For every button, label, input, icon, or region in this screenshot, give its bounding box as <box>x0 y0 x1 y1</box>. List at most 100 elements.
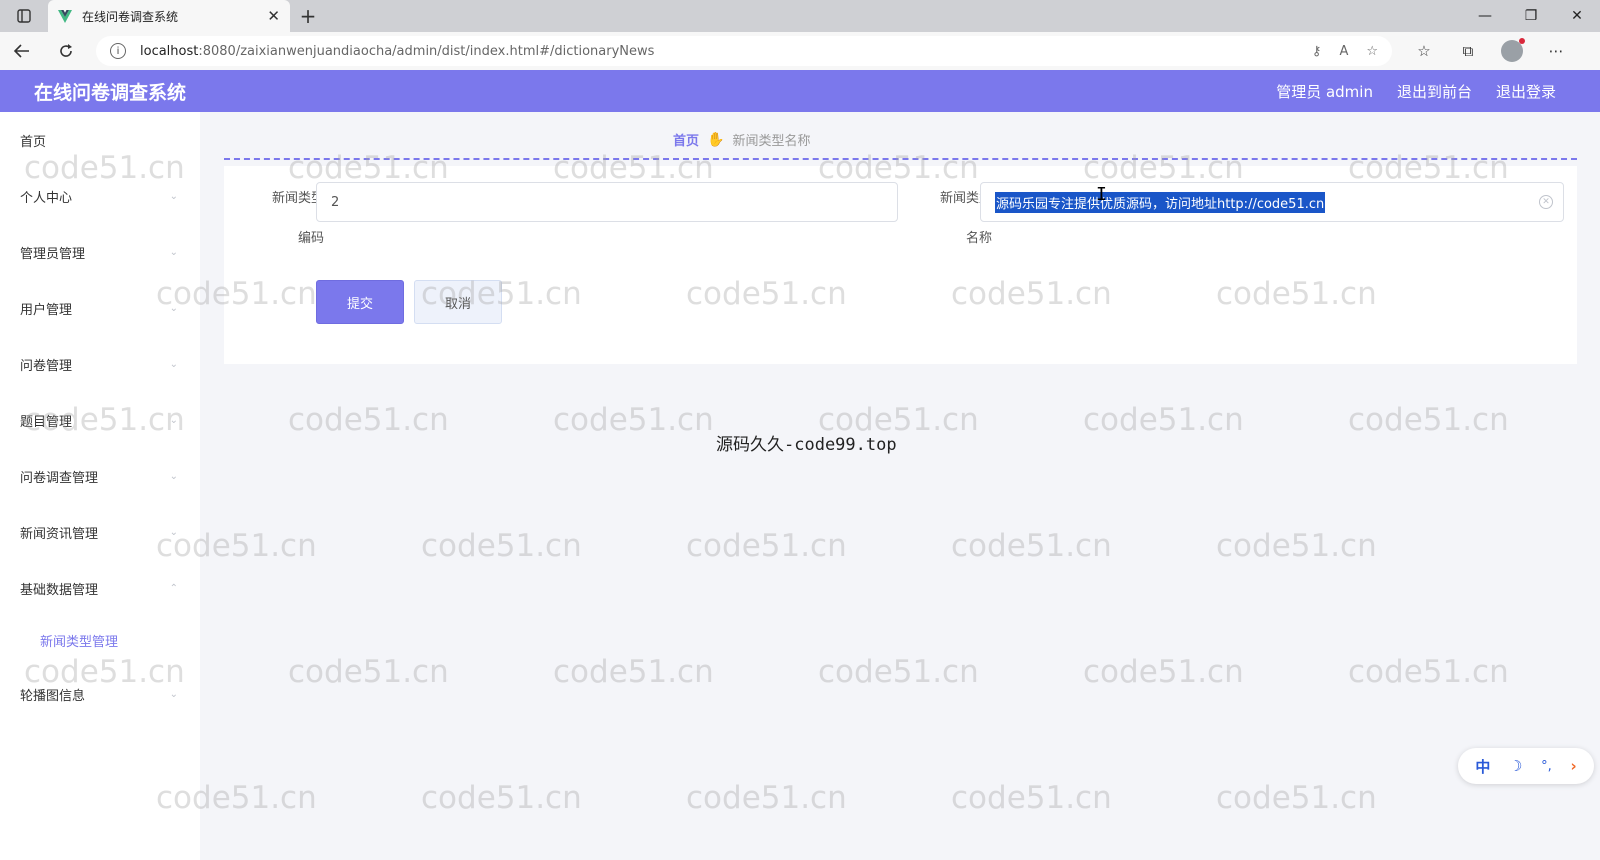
sidebar-item-surveys[interactable]: 问卷调查管理 ⌄ <box>0 456 200 496</box>
browser-tab-bar: 在线问卷调查系统 ✕ + — ❐ ✕ <box>0 0 1600 32</box>
sidebar-item-home[interactable]: 首页 <box>0 120 200 160</box>
back-icon[interactable] <box>0 32 44 70</box>
sidebar-subitem-label: 新闻类型管理 <box>40 634 119 650</box>
news-type-code-input[interactable]: 2 <box>316 182 898 222</box>
watermark: code51.cn <box>1348 654 1509 690</box>
sidebar-item-label: 问卷管理 <box>20 358 73 374</box>
chevron-down-icon: ⌄ <box>169 358 178 370</box>
sidebar-item-label: 题目管理 <box>20 414 73 430</box>
profile-avatar[interactable] <box>1490 32 1534 70</box>
close-tab-icon[interactable]: ✕ <box>267 7 280 25</box>
code-label-line1: 新闻类型 <box>271 191 324 206</box>
watermark: code51.cn <box>686 528 847 564</box>
new-tab-icon[interactable]: + <box>290 0 326 32</box>
chevron-down-icon: ⌄ <box>169 190 178 202</box>
watermark: code51.cn <box>553 402 714 438</box>
submit-button[interactable]: 提交 <box>316 280 404 324</box>
site-info-icon[interactable]: i <box>110 43 126 59</box>
watermark: code51.cn <box>553 654 714 690</box>
breadcrumb-home[interactable]: 首页 <box>673 130 699 149</box>
sidebar-item-label: 问卷调查管理 <box>20 470 99 486</box>
moon-icon[interactable]: ☽ <box>1509 757 1522 775</box>
breadcrumb: 首页 ✋ 新闻类型名称 <box>673 130 811 150</box>
center-note: 源码久久-code99.top <box>716 435 897 455</box>
favorites-icon[interactable]: ☆ <box>1402 32 1446 70</box>
minimize-icon[interactable]: — <box>1462 0 1508 32</box>
name-value: 源码乐园专注提供优质源码，访问地址http://code51.cn <box>995 191 1326 213</box>
watermark: code51.cn <box>1083 654 1244 690</box>
chevron-down-icon: ⌄ <box>169 526 178 538</box>
clear-icon[interactable]: ✕ <box>1539 195 1553 209</box>
watermark: code51.cn <box>288 402 449 438</box>
window-close-icon[interactable]: ✕ <box>1554 0 1600 32</box>
restore-icon[interactable]: ❐ <box>1508 0 1554 32</box>
sidebar-item-carousel[interactable]: 轮播图信息 ⌄ <box>0 674 200 714</box>
watermark: code51.cn <box>1216 780 1377 816</box>
watermark: code51.cn <box>1348 402 1509 438</box>
chevron-up-icon: ⌃ <box>169 582 178 594</box>
read-aloud-icon[interactable]: A <box>1339 44 1348 59</box>
sidebar: 首页 个人中心 ⌄ 管理员管理 ⌄ 用户管理 ⌄ 问卷管理 ⌄ 题目管理 ⌄ 问卷调查管理… <box>0 112 200 860</box>
cancel-button[interactable]: 取消 <box>414 280 502 324</box>
browser-tab[interactable]: 在线问卷调查系统 ✕ <box>48 0 290 32</box>
sidebar-item-label: 个人中心 <box>20 190 73 206</box>
form-card: 新闻类型 编码 2 新闻类型 名称 源码乐园专注提供优质源码，访问地址http:… <box>224 166 1577 364</box>
chevron-down-icon: ⌄ <box>169 688 178 700</box>
sidebar-subitem-news-type[interactable]: 新闻类型管理 <box>0 622 200 658</box>
to-front-link[interactable]: 退出到前台 <box>1397 81 1472 102</box>
sidebar-item-label: 管理员管理 <box>20 246 86 262</box>
watermark: code51.cn <box>1216 528 1377 564</box>
url-path: :8080/zaixianwenjuandiaocha/admin/dist/i… <box>198 43 655 59</box>
url-input[interactable]: i localhost:8080/zaixianwenjuandiaocha/a… <box>96 36 1392 66</box>
url-host: localhost <box>140 43 199 59</box>
sidebar-item-base-data[interactable]: 基础数据管理 ⌃ <box>0 568 200 608</box>
ime-punctuation[interactable]: °, <box>1541 759 1552 774</box>
admin-label: 管理员 admin <box>1276 82 1373 101</box>
tab-actions-icon[interactable] <box>0 0 48 32</box>
chevron-right-icon[interactable]: › <box>1570 757 1576 775</box>
sidebar-item-label: 首页 <box>20 134 47 150</box>
watermark: code51.cn <box>421 528 582 564</box>
ime-mode-toggle[interactable]: 中 <box>1475 756 1490 777</box>
ime-toolbar: 中 ☽ °, › <box>1458 748 1594 784</box>
watermark: code51.cn <box>818 654 979 690</box>
watermark: code51.cn <box>951 528 1112 564</box>
sidebar-item-users[interactable]: 用户管理 ⌄ <box>0 288 200 328</box>
tab-title: 在线问卷调查系统 <box>82 9 179 24</box>
sidebar-item-label: 新闻资讯管理 <box>20 526 99 542</box>
add-favorite-icon[interactable]: ☆ <box>1366 44 1378 59</box>
more-icon[interactable]: ⋯ <box>1534 32 1578 70</box>
chevron-down-icon: ⌄ <box>169 246 178 258</box>
collections-icon[interactable]: ⧉ <box>1446 32 1490 70</box>
text-cursor-icon: I <box>1096 184 1107 205</box>
app-header: 在线问卷调查系统 管理员 admin 退出到前台 退出登录 <box>0 70 1600 112</box>
hand-separator-icon: ✋ <box>707 131 725 148</box>
name-label-line2: 名称 <box>965 231 992 246</box>
sidebar-item-news[interactable]: 新闻资讯管理 ⌄ <box>0 512 200 552</box>
logout-link[interactable]: 退出登录 <box>1496 81 1556 102</box>
code-label-line2: 编码 <box>297 231 324 246</box>
sidebar-item-questions[interactable]: 题目管理 ⌄ <box>0 400 200 440</box>
chevron-down-icon: ⌄ <box>169 302 178 314</box>
chevron-down-icon: ⌄ <box>169 470 178 482</box>
vue-logo-icon <box>58 9 72 23</box>
sidebar-item-questionnaires[interactable]: 问卷管理 ⌄ <box>0 344 200 384</box>
divider <box>224 158 1577 160</box>
watermark: code51.cn <box>288 654 449 690</box>
chevron-down-icon: ⌄ <box>169 414 178 426</box>
key-icon[interactable]: ⚷ <box>1312 44 1322 59</box>
app-title: 在线问卷调查系统 <box>34 81 187 104</box>
refresh-icon[interactable] <box>44 32 88 70</box>
sidebar-item-profile[interactable]: 个人中心 ⌄ <box>0 176 200 216</box>
watermark: code51.cn <box>421 780 582 816</box>
news-type-name-input[interactable]: 源码乐园专注提供优质源码，访问地址http://code51.cn ✕ <box>980 182 1564 222</box>
sidebar-item-label: 用户管理 <box>20 302 73 318</box>
sidebar-item-admins[interactable]: 管理员管理 ⌄ <box>0 232 200 272</box>
watermark: code51.cn <box>686 780 847 816</box>
breadcrumb-current: 新闻类型名称 <box>732 134 811 149</box>
code-value: 2 <box>331 194 340 210</box>
sidebar-item-label: 轮播图信息 <box>20 688 86 704</box>
watermark: code51.cn <box>951 780 1112 816</box>
address-bar-row: i localhost:8080/zaixianwenjuandiaocha/a… <box>0 32 1600 70</box>
watermark: code51.cn <box>1083 402 1244 438</box>
